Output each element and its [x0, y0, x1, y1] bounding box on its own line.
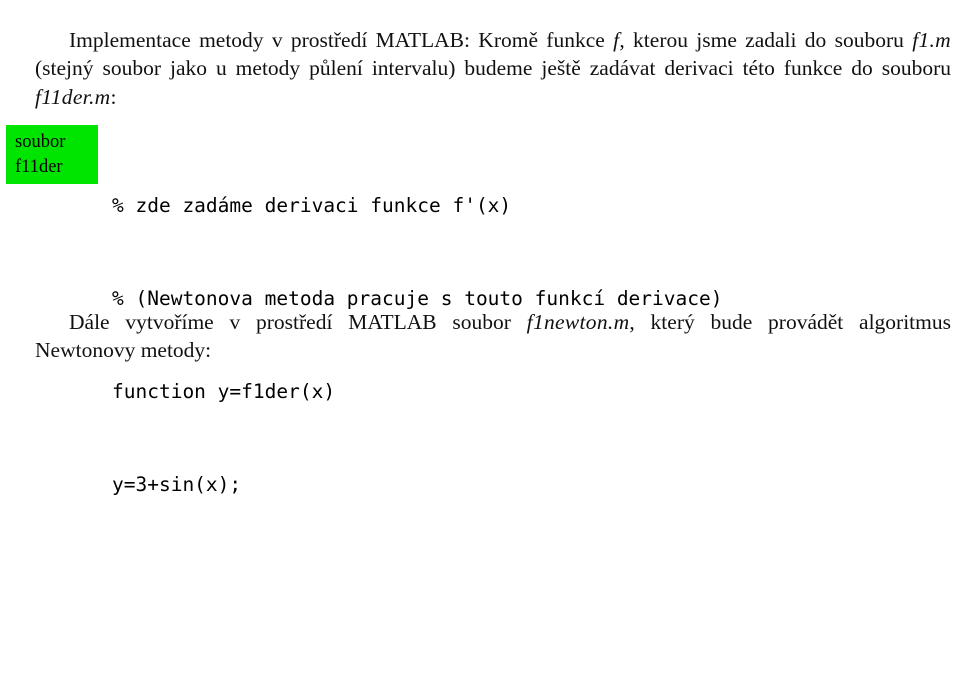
intro-paragraph: Implementace metody v prostředí MATLAB: …: [35, 26, 951, 112]
file-tag-line-2: f11der: [15, 156, 63, 177]
math-filename-f1m: f1.m: [912, 27, 952, 52]
math-filename-f1newtonm: f1newton.m: [526, 309, 630, 334]
math-filename-f11derm: f11der.m: [35, 84, 111, 109]
file-name-highlight-tag: soubor f11der: [6, 125, 98, 184]
outro-text-segment-1: Dále vytvoříme v prostředí MATLAB soubor: [69, 309, 527, 334]
intro-text-segment-4: :: [110, 84, 117, 109]
intro-text-segment-2: , kterou jsme zadali do souboru: [619, 27, 913, 52]
code-line-3: function y=f1der(x): [112, 380, 336, 403]
code-line-1: % zde zadáme derivaci funkce f'(x): [112, 194, 512, 217]
presentation-slide: Implementace metody v prostředí MATLAB: …: [0, 0, 959, 675]
file-tag-line-1: soubor: [15, 131, 66, 152]
intro-text-segment-1: Implementace metody v prostředí MATLAB: …: [69, 27, 614, 52]
outro-paragraph: Dále vytvoříme v prostředí MATLAB soubor…: [35, 308, 951, 365]
code-line-4: y=3+sin(x);: [112, 473, 242, 496]
intro-text-segment-3: (stejný soubor jako u metody půlení inte…: [35, 56, 951, 80]
slide-footer: OBSAH 13/32: [0, 640, 959, 675]
